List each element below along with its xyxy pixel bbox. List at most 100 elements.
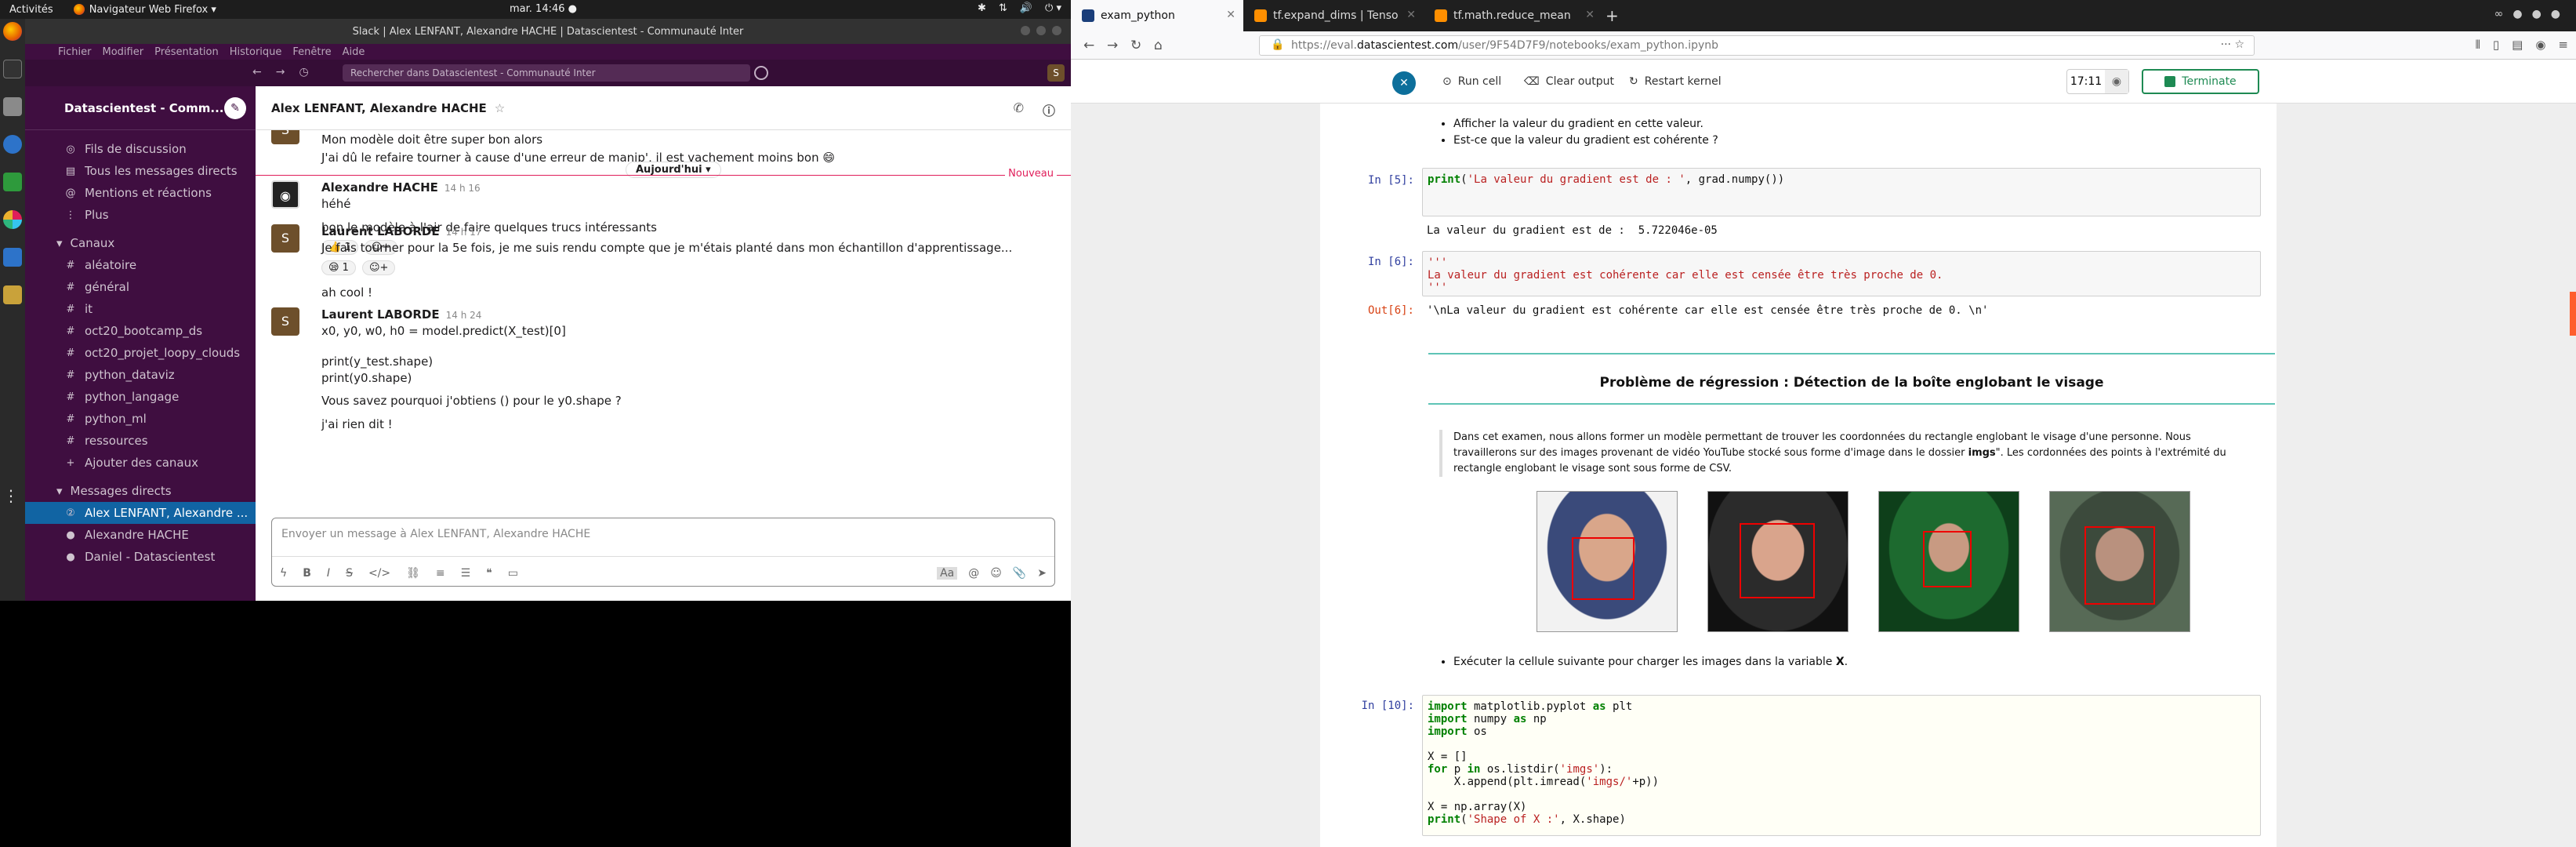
code-cell[interactable]: print('La valeur du gradient est de : ',… (1422, 168, 2261, 216)
show-apps-icon[interactable]: ⋮⋮ (3, 486, 34, 505)
at-icon[interactable]: @ (968, 567, 979, 580)
sidebar-dm[interactable]: ● Alexandre HACHE (25, 524, 256, 546)
network-icon[interactable]: ⇅ (999, 2, 1007, 14)
ordered-list-icon[interactable]: ≡ (436, 567, 445, 580)
message-time[interactable]: 14 h 16 (444, 183, 481, 194)
user-avatar[interactable]: S (1047, 64, 1065, 82)
bluetooth-icon[interactable]: ✱ (978, 2, 986, 14)
volume-icon[interactable]: 🔊 (1020, 2, 1032, 14)
sidebar-channel[interactable]: # aléatoire (25, 254, 256, 276)
forward-icon[interactable]: → (276, 66, 285, 78)
scrollbar-thumb[interactable] (2570, 292, 2576, 336)
message-author[interactable]: Laurent LABORDE 14 h 24 (321, 307, 481, 322)
conversation-title[interactable]: Alex LENFANT, Alexandre HACHE (271, 101, 487, 115)
new-tab-button[interactable]: + (1605, 6, 1619, 25)
close-tab-icon[interactable]: ✕ (1226, 9, 1235, 21)
tab-expand-dims[interactable]: tf.expand_dims | Tenso ✕ (1243, 0, 1424, 31)
blockquote-icon[interactable]: ❝ (486, 567, 492, 580)
activities-button[interactable]: Activités (9, 4, 53, 16)
power-icon[interactable]: ⏻ ▾ (1045, 2, 1061, 14)
help-icon[interactable] (754, 66, 768, 80)
maximize-button[interactable]: ● (2532, 8, 2542, 20)
sidebar-channel[interactable]: # python_ml (25, 408, 256, 430)
sidebar-channel[interactable]: # ressources (25, 430, 256, 452)
sidebar-channel[interactable]: # python_dataviz (25, 364, 256, 386)
tab-exam-python[interactable]: exam_python ✕ (1071, 0, 1243, 31)
phone-icon[interactable]: ✆ (1014, 100, 1024, 119)
bullet-list-icon[interactable]: ☰ (461, 567, 471, 580)
italic-icon[interactable]: I (327, 567, 330, 580)
clear-output-button[interactable]: ⌫ Clear output (1524, 71, 1614, 93)
home-icon[interactable]: ⌂ (1154, 38, 1163, 53)
add-channels-button[interactable]: + Ajouter des canaux (25, 452, 256, 474)
minimize-button[interactable] (1021, 26, 1030, 35)
compose-icon[interactable]: ✎ (224, 97, 246, 119)
strike-icon[interactable]: S (346, 567, 353, 580)
sidebar-item-more[interactable]: ⋮ Plus (25, 204, 256, 226)
library-icon[interactable]: ⫴ (2476, 38, 2480, 52)
avatar[interactable]: S (271, 130, 299, 144)
close-tab-icon[interactable]: ✕ (1585, 9, 1595, 21)
menu-fichier[interactable]: Fichier (58, 46, 92, 58)
system-tray[interactable]: ✱ ⇅ 🔊 ⏻ ▾ (978, 2, 1061, 14)
format-toggle-icon[interactable]: Aa (937, 567, 958, 580)
spreadsheet-dock-icon[interactable] (3, 173, 22, 191)
account-icon[interactable]: ◉ (2535, 38, 2545, 52)
eye-icon[interactable]: ◉ (2105, 70, 2128, 93)
bold-icon[interactable]: B (303, 567, 311, 580)
maximize-button[interactable] (1036, 26, 1046, 35)
reload-icon[interactable]: ↻ (1130, 38, 1141, 53)
sidebar-channel[interactable]: # python_langage (25, 386, 256, 408)
dm-header[interactable]: ▾ Messages directs (25, 480, 256, 502)
close-tab-icon[interactable]: ✕ (1406, 9, 1416, 21)
forward-icon[interactable]: → (1107, 38, 1118, 53)
send-icon[interactable]: ➤ (1037, 567, 1047, 580)
sidebar-item-dms[interactable]: ▤ Tous les messages directs (25, 160, 256, 182)
emoji-icon[interactable]: ☺ (990, 567, 1002, 580)
tab-reduce-mean[interactable]: tf.math.reduce_mean ✕ (1424, 0, 1602, 31)
add-reaction-icon[interactable]: ☺+ (361, 260, 396, 275)
menu-fenetre[interactable]: Fenêtre (292, 46, 331, 58)
menu-historique[interactable]: Historique (230, 46, 282, 58)
star-icon[interactable]: ☆ (495, 101, 505, 115)
slack-dock-icon[interactable] (3, 210, 22, 229)
firefox-dock-icon[interactable] (3, 22, 22, 41)
info-icon[interactable]: ⓘ (1043, 100, 1055, 119)
files-dock-icon[interactable] (3, 97, 22, 116)
restart-kernel-button[interactable]: ↻ Restart kernel (1629, 71, 1722, 93)
close-button[interactable]: ● (2551, 8, 2560, 20)
message-composer[interactable]: Envoyer un message à Alex LENFANT, Alexa… (271, 518, 1055, 587)
terminal-dock-icon[interactable] (3, 60, 22, 78)
menu-icon[interactable]: ≡ (2558, 38, 2568, 52)
avatar[interactable]: ◉ (271, 180, 299, 209)
slack-search-input[interactable]: Rechercher dans Datascientest - Communau… (343, 64, 750, 82)
history-icon[interactable]: ◷ (299, 66, 308, 78)
message-author[interactable]: Alexandre HACHE 14 h 16 (321, 180, 481, 194)
run-cell-button[interactable]: ⊙ Run cell (1442, 71, 1501, 93)
minimize-button[interactable]: ● (2513, 8, 2522, 20)
clock[interactable]: mar. 14:46 ● (510, 3, 577, 15)
sidebar-channel[interactable]: # it (25, 298, 256, 320)
sidebar-channel[interactable]: # oct20_projet_loopy_clouds (25, 342, 256, 364)
channels-header[interactable]: ▾ Canaux (25, 232, 256, 254)
message-author[interactable]: Laurent LABORDE 14 h 17 (321, 224, 481, 238)
message-input[interactable]: Envoyer un message à Alex LENFANT, Alexa… (281, 528, 590, 540)
reaction-sleepy[interactable]: 😪 1 (321, 260, 356, 275)
code-block-icon[interactable]: ▭ (508, 567, 518, 580)
message-time[interactable]: 14 h 24 (446, 310, 482, 321)
writer-dock-icon[interactable] (3, 248, 22, 267)
avatar[interactable]: S (271, 224, 299, 253)
reader-icon[interactable]: ▤ (2512, 38, 2523, 52)
markdown-cell[interactable]: Afficher la valeur du gradient en cette … (1422, 116, 1718, 149)
menu-aide[interactable]: Aide (343, 46, 365, 58)
sidebar-dm-group[interactable]: ② Alex LENFANT, Alexandre ... (25, 502, 256, 524)
back-icon[interactable]: ← (252, 66, 262, 78)
avatar[interactable]: S (271, 307, 299, 336)
help-dock-icon[interactable] (3, 135, 22, 154)
code-icon[interactable]: </> (368, 567, 390, 580)
markdown-cell[interactable]: Exécuter la cellule suivante pour charge… (1422, 656, 1848, 668)
message-time[interactable]: 14 h 17 (446, 227, 482, 238)
url-bar[interactable]: 🔒 https://eval.datascientest.com/user/9F5… (1259, 35, 2255, 56)
lightning-icon[interactable]: ϟ (280, 567, 287, 580)
link-icon[interactable]: ⛓ (406, 567, 420, 580)
